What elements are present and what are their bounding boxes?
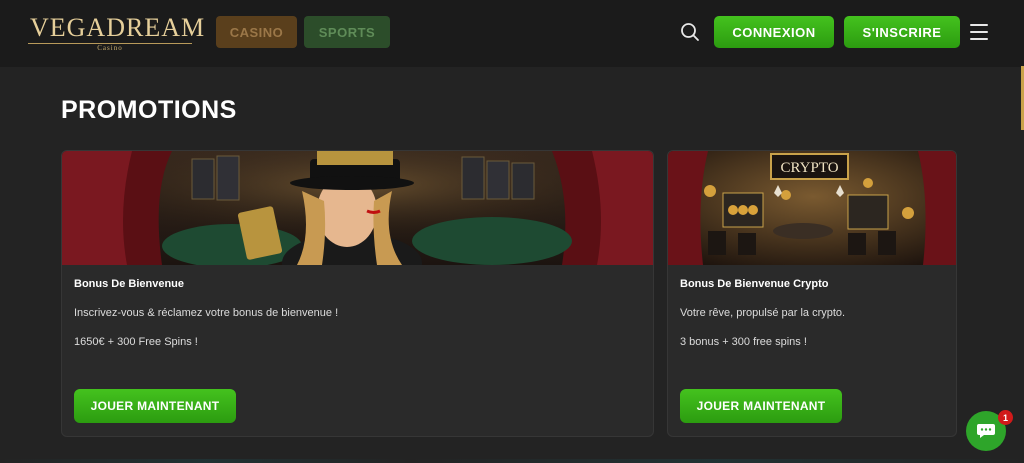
play-now-button[interactable]: JOUER MAINTENANT [680,389,842,423]
play-now-button[interactable]: JOUER MAINTENANT [74,389,236,423]
vegadream-logo[interactable]: VEGADREAM Casino [28,13,206,52]
promo-offer: 3 bonus + 300 free spins ! [680,336,807,348]
login-button[interactable]: CONNEXION [714,16,834,48]
tab-casino[interactable]: CASINO [216,16,297,48]
signup-button[interactable]: S'INSCRIRE [844,16,960,48]
top-header: VEGADREAM Casino CASINO SPORTS CONNEXION… [0,0,1024,67]
promo-card-welcome: Bonus De Bienvenue Inscrivez-vous & récl… [61,150,654,437]
promo-title: Bonus De Bienvenue Crypto [680,278,829,290]
crypto-sign-text: CRYPTO [780,160,838,176]
tab-sports[interactable]: SPORTS [304,16,390,48]
logo-text: VEGADREAM [28,13,206,44]
chat-notification-badge: 1 [998,410,1013,425]
promo-title: Bonus De Bienvenue [74,278,185,290]
promo-image-crypto: CRYPTO [668,151,956,265]
logo-subtext: Casino [97,44,123,52]
promo-card-crypto: CRYPTO Bonus De Bienvenue Crypto Votre r… [667,150,957,437]
page-title: PROMOTIONS [61,96,237,124]
next-section-edge [0,459,1024,463]
promo-description: Votre rêve, propulsé par la crypto. [680,307,846,319]
promo-description: Inscrivez-vous & réclamez votre bonus de… [74,307,339,319]
hamburger-menu-icon[interactable] [970,24,988,40]
search-icon[interactable] [679,21,701,43]
promo-offer: 1650€ + 300 Free Spins ! [74,336,198,348]
promo-image-casino [62,151,653,265]
